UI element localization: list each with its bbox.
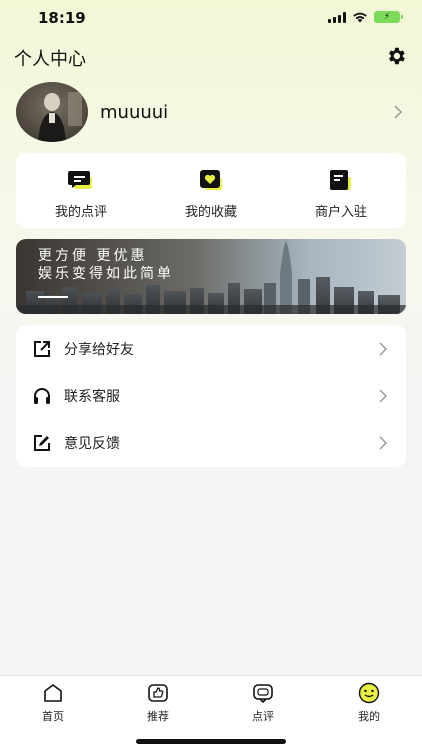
tab-label: 我的 — [358, 710, 380, 723]
username: muuuui — [100, 101, 169, 123]
quick-actions-card: 我的点评 我的收藏 商户入驻 — [16, 153, 406, 228]
settings-button[interactable] — [384, 44, 408, 68]
cellular-signal-icon — [328, 11, 346, 23]
banner-headline: 更方便 更优惠 — [38, 248, 148, 264]
avatar[interactable] — [16, 82, 88, 142]
chevron-right-icon — [379, 435, 388, 450]
my-reviews-button[interactable]: 我的点评 — [16, 153, 146, 228]
status-icons: ⚡ — [328, 11, 403, 23]
heart-favorites-icon — [197, 167, 225, 193]
chevron-right-icon — [379, 341, 388, 356]
wifi-icon — [353, 12, 367, 23]
tab-reviews[interactable]: 点评 — [233, 682, 293, 724]
home-icon — [41, 682, 65, 704]
menu-label: 意见反馈 — [64, 435, 120, 452]
battery-charging-icon: ⚡ — [374, 11, 403, 23]
settings-menu: 分享给好友 联系客服 意见反馈 — [16, 325, 406, 467]
menu-label: 分享给好友 — [64, 341, 134, 358]
merchant-doc-icon — [327, 167, 355, 193]
banner-indicator — [38, 296, 68, 298]
tab-mine[interactable]: 我的 — [339, 682, 399, 724]
tab-label: 推荐 — [147, 710, 169, 723]
headset-icon — [32, 386, 52, 406]
status-time: 18:19 — [38, 9, 86, 27]
chevron-right-icon — [379, 388, 388, 403]
feedback-edit-icon — [32, 433, 52, 453]
home-indicator — [136, 739, 286, 744]
tab-label: 首页 — [42, 710, 64, 723]
banner-subheadline: 娱乐变得如此简单 — [38, 266, 174, 282]
tab-home[interactable]: 首页 — [23, 682, 83, 724]
comment-icon — [251, 682, 275, 704]
page-title: 个人中心 — [14, 49, 86, 70]
contact-support-item[interactable]: 联系客服 — [16, 372, 406, 419]
tab-label: 点评 — [252, 710, 274, 723]
menu-label: 联系客服 — [64, 388, 120, 405]
quick-action-label: 我的收藏 — [184, 205, 237, 220]
merchant-join-button[interactable]: 商户入驻 — [276, 153, 406, 228]
quick-action-label: 我的点评 — [54, 205, 107, 220]
smiley-icon — [357, 682, 381, 704]
quick-action-label: 商户入驻 — [314, 205, 367, 220]
promo-banner[interactable]: 更方便 更优惠 娱乐变得如此简单 — [16, 239, 406, 314]
share-to-friends-item[interactable]: 分享给好友 — [16, 325, 406, 372]
gear-icon — [389, 47, 405, 65]
tab-recommend[interactable]: 推荐 — [128, 682, 188, 724]
review-chat-icon — [67, 167, 95, 193]
status-bar: 18:19 ⚡ — [0, 0, 422, 36]
thumbs-up-icon — [146, 682, 170, 704]
my-favorites-button[interactable]: 我的收藏 — [146, 153, 276, 228]
feedback-item[interactable]: 意见反馈 — [16, 419, 406, 466]
profile-row[interactable]: muuuui — [16, 81, 406, 143]
chevron-right-icon — [394, 105, 403, 119]
share-icon — [32, 339, 52, 359]
